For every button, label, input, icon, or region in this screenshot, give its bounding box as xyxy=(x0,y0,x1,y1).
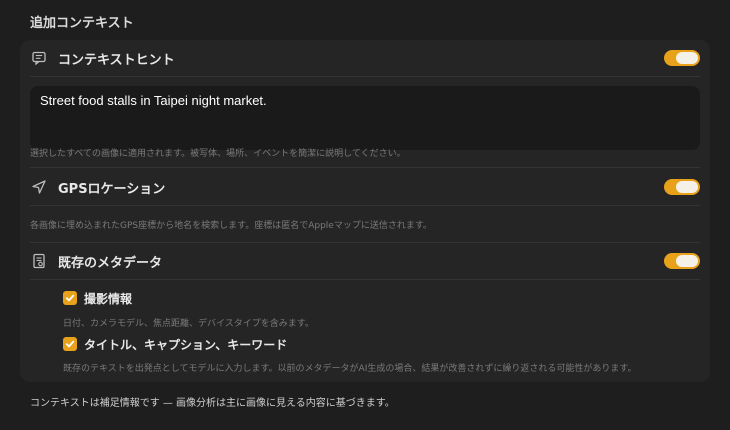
context-hint-toggle[interactable] xyxy=(664,50,700,66)
footer-note: コンテキストは補足情報です — 画像分析は主に画像に見える内容に基づきます。 xyxy=(30,398,395,409)
capture-info-description: 日付、カメラモデル、焦点距離、デバイスタイプを含みます。 xyxy=(63,319,314,329)
gps-toggle[interactable] xyxy=(664,179,700,195)
message-icon xyxy=(30,49,48,67)
gps-description: 各画像に埋め込まれたGPS座標から地名を検索します。座標は匿名でAppleマップ… xyxy=(30,221,432,231)
title-caption-description: 既存のテキストを出発点としてモデルに入力します。以前のメタデータがAI生成の場合… xyxy=(63,364,637,374)
divider xyxy=(30,279,700,280)
context-hint-textarea[interactable]: Street food stalls in Taipei night marke… xyxy=(30,86,700,150)
toggle-knob xyxy=(676,255,698,267)
gps-label: GPSロケーション xyxy=(58,181,166,197)
capture-info-label: 撮影情報 xyxy=(84,291,133,306)
context-hint-row: コンテキストヒント xyxy=(20,40,710,76)
title-caption-label: タイトル、キャプション、キーワード xyxy=(84,337,288,352)
metadata-toggle[interactable] xyxy=(664,253,700,269)
divider xyxy=(30,76,700,77)
divider xyxy=(30,167,700,168)
metadata-row: 既存のメタデータ xyxy=(20,243,710,279)
context-card: コンテキストヒント Street food stalls in Taipei n… xyxy=(20,40,710,382)
checkmark-icon xyxy=(65,340,75,348)
location-arrow-icon xyxy=(30,178,48,196)
section-title: 追加コンテキスト xyxy=(30,16,134,31)
title-caption-option[interactable]: タイトル、キャプション、キーワード xyxy=(63,335,287,353)
toggle-knob xyxy=(676,181,698,193)
context-hint-description: 選択したすべての画像に適用されます。被写体、場所、イベントを簡潔に説明してくださ… xyxy=(30,149,406,159)
checkmark-icon xyxy=(65,294,75,302)
capture-info-checkbox[interactable] xyxy=(63,291,77,305)
capture-info-option[interactable]: 撮影情報 xyxy=(63,289,132,307)
additional-context-panel: 追加コンテキスト コンテキストヒント Street food stalls in… xyxy=(0,0,730,430)
context-hint-label: コンテキストヒント xyxy=(58,52,175,68)
toggle-knob xyxy=(676,52,698,64)
divider xyxy=(30,205,700,206)
gps-row: GPSロケーション xyxy=(20,169,710,205)
document-icon xyxy=(30,252,48,270)
title-caption-checkbox[interactable] xyxy=(63,337,77,351)
metadata-label: 既存のメタデータ xyxy=(58,255,163,271)
